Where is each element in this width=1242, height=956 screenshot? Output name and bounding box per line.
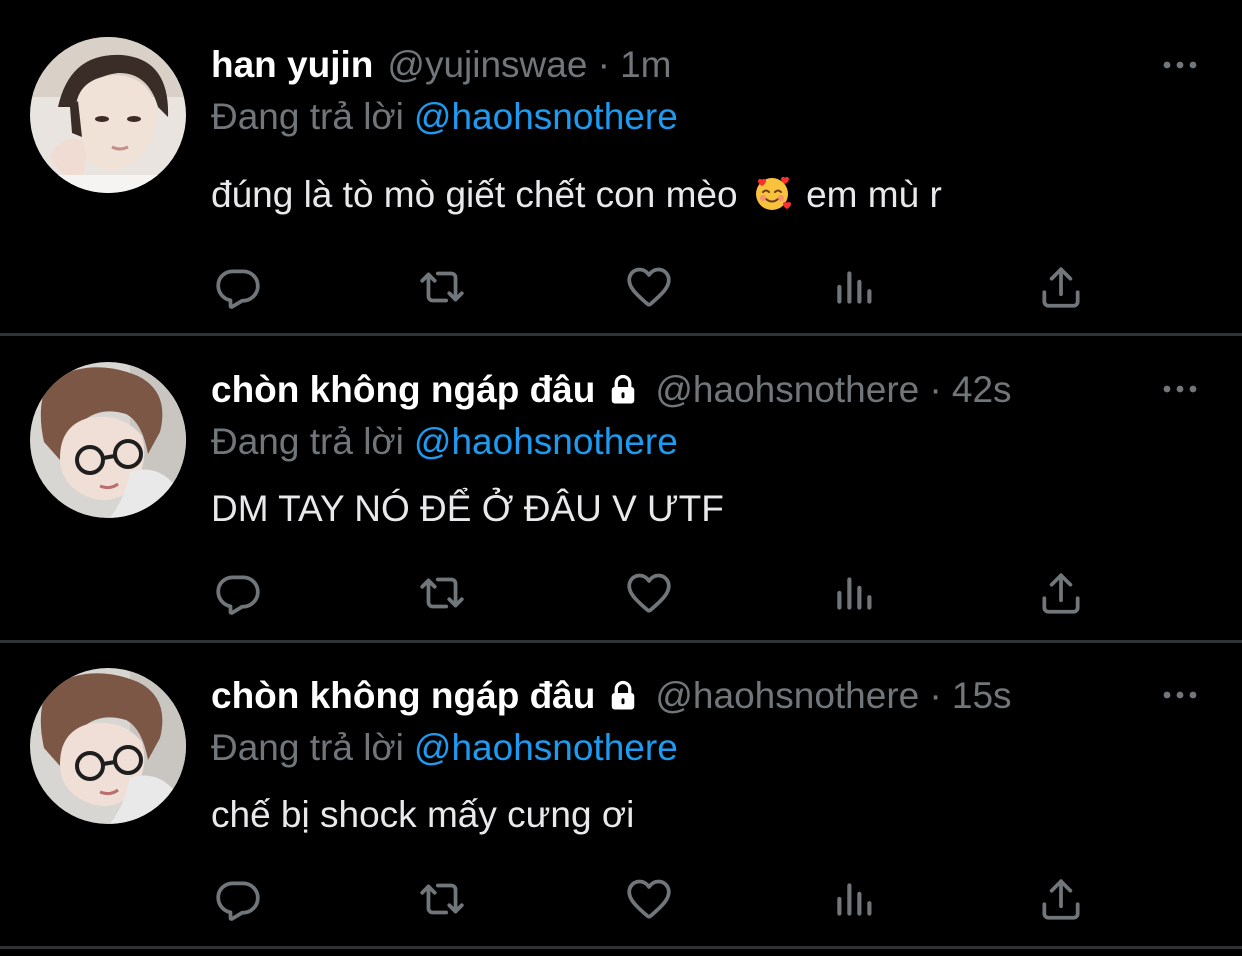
replying-to: Đang trả lời @haohsnothere (211, 92, 678, 142)
replying-to: Đang trả lời @haohsnothere (211, 723, 678, 773)
views-bar-chart-icon[interactable] (830, 262, 880, 312)
tweet-text-part: đúng là tò mò giết chết con mèo (211, 174, 738, 215)
heart-icon[interactable] (624, 568, 674, 618)
share-upload-icon[interactable] (1036, 874, 1086, 924)
user-handle[interactable]: @yujinswae (387, 40, 587, 90)
tweet[interactable]: chòn không ngáp đâu @haohsnothere · 42s … (0, 334, 1242, 640)
retweet-icon[interactable] (417, 568, 467, 618)
tweet[interactable]: han yujin @yujinswae · 1m Đang trả lời @h… (0, 0, 1242, 306)
tweet-text-part: em mù r (806, 174, 942, 215)
separator-dot: · (597, 44, 611, 86)
divider (0, 946, 1242, 949)
tweet-header: chòn không ngáp đâu @haohsnothere · 42s (211, 365, 1012, 415)
views-bar-chart-icon[interactable] (830, 874, 880, 924)
replying-to-label: Đang trả lời (211, 421, 404, 462)
tweet-actions (210, 568, 1090, 618)
avatar[interactable] (30, 37, 186, 193)
views-bar-chart-icon[interactable] (830, 568, 880, 618)
timestamp[interactable]: 15s (952, 671, 1012, 721)
display-name[interactable]: chòn không ngáp đâu (211, 365, 595, 415)
lock-icon (605, 678, 641, 714)
tweet-actions (210, 874, 1090, 924)
retweet-icon[interactable] (417, 874, 467, 924)
tweet-text: chế bị shock mấy cưng ơi (211, 794, 635, 835)
tweet[interactable]: chòn không ngáp đâu @haohsnothere · 15s … (0, 641, 1242, 947)
more-horizontal-icon[interactable] (1160, 688, 1200, 702)
tweet-header: han yujin @yujinswae · 1m (211, 40, 672, 90)
timestamp[interactable]: 1m (620, 40, 671, 90)
reply-mention-link[interactable]: @haohsnothere (414, 96, 678, 137)
replying-to-label: Đang trả lời (211, 727, 404, 768)
retweet-icon[interactable] (417, 262, 467, 312)
display-name[interactable]: han yujin (211, 40, 373, 90)
lock-icon (605, 372, 641, 408)
display-name[interactable]: chòn không ngáp đâu (211, 671, 595, 721)
reply-bubble-icon[interactable] (213, 262, 263, 312)
tweet-text: đúng là tò mò giết chết con mèo em mù r (211, 170, 942, 220)
share-upload-icon[interactable] (1036, 568, 1086, 618)
more-horizontal-icon[interactable] (1160, 58, 1200, 72)
heart-icon[interactable] (624, 262, 674, 312)
user-handle[interactable]: @haohsnothere (655, 365, 919, 415)
tweet-header: chòn không ngáp đâu @haohsnothere · 15s (211, 671, 1012, 721)
avatar[interactable] (30, 668, 186, 824)
reply-mention-link[interactable]: @haohsnothere (414, 727, 678, 768)
reply-bubble-icon[interactable] (213, 874, 263, 924)
replying-to-label: Đang trả lời (211, 96, 404, 137)
tweet-text: DM TAY NÓ ĐỂ Ở ĐÂU V ƯTF (211, 488, 724, 529)
tweet-actions (210, 262, 1090, 312)
avatar[interactable] (30, 362, 186, 518)
share-upload-icon[interactable] (1036, 262, 1086, 312)
timestamp[interactable]: 42s (952, 365, 1012, 415)
separator-dot: · (929, 675, 942, 717)
separator-dot: · (929, 369, 942, 411)
reply-mention-link[interactable]: @haohsnothere (414, 421, 678, 462)
reply-bubble-icon[interactable] (213, 568, 263, 618)
replying-to: Đang trả lời @haohsnothere (211, 417, 678, 467)
more-horizontal-icon[interactable] (1160, 382, 1200, 396)
smiling-face-with-hearts-icon (752, 173, 792, 213)
heart-icon[interactable] (624, 874, 674, 924)
user-handle[interactable]: @haohsnothere (655, 671, 919, 721)
